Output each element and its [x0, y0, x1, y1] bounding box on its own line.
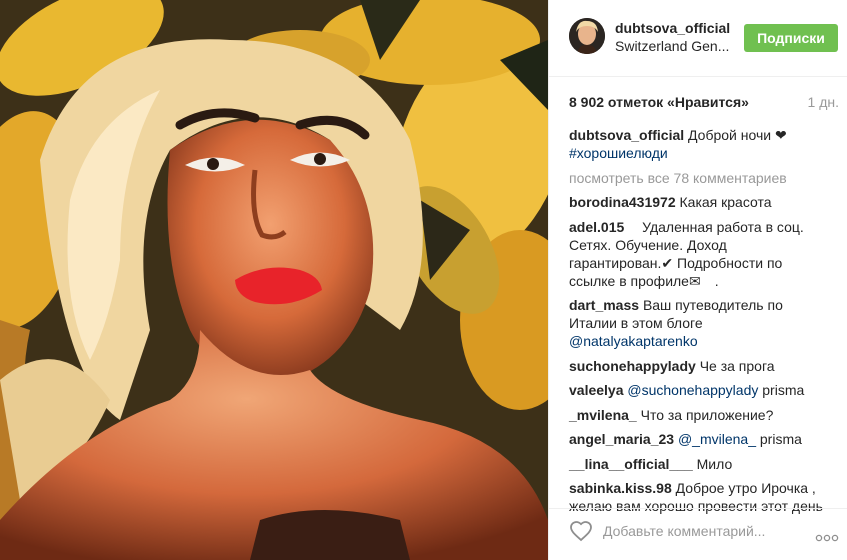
comment-text: prisma [759, 431, 802, 447]
comment: _mvilena_ Что за приложение? [569, 406, 831, 424]
likes-row: 8 902 отметок «Нравится» 1 дн. [569, 94, 839, 112]
post-details-panel: dubtsova_official Switzerland Gen... Под… [548, 0, 847, 560]
comment-username[interactable]: borodina431972 [569, 194, 676, 210]
avatar-image [569, 18, 605, 54]
comment-username[interactable]: suchonehappylady [569, 358, 696, 374]
caption: dubtsova_official Доброй ночи ❤ #хорошие… [569, 126, 831, 162]
comment-username[interactable]: _mvilena_ [569, 407, 637, 423]
comment-text: Что за приложение? [640, 406, 774, 423]
comment: suchonehappylady Че за прога [569, 357, 831, 375]
comment-username[interactable]: angel_maria_23 [569, 431, 674, 447]
comment: dart_mass Ваш путеводитель по Италии в э… [569, 296, 831, 350]
comment-username[interactable]: adel.015 [569, 219, 624, 235]
caption-username[interactable]: dubtsova_official [569, 127, 684, 143]
comment: borodina431972 Какая красота [569, 193, 831, 211]
post-photo[interactable] [0, 0, 548, 560]
comment-mention[interactable]: @_mvilena_ [678, 431, 756, 447]
comment-footer [549, 508, 847, 560]
comment-username[interactable]: dart_mass [569, 297, 639, 313]
more-options-icon[interactable] [815, 529, 839, 542]
comment-text: Мило [696, 455, 751, 472]
comment: valeelya @suchonehappylady prisma [569, 381, 831, 399]
post-header: dubtsova_official Switzerland Gen... Под… [549, 0, 847, 77]
likes-count[interactable]: 8 902 отметок «Нравится» [569, 94, 749, 110]
comment: __lina__official___ Мило [569, 455, 831, 473]
post-location[interactable]: Switzerland Gen... [615, 38, 735, 54]
comments-list: dubtsova_official Доброй ночи ❤ #хорошие… [569, 126, 831, 522]
post-username[interactable]: dubtsova_official [615, 20, 730, 36]
comment-text: Че за прога [699, 357, 775, 374]
avatar[interactable] [569, 18, 605, 54]
caption-text: Доброй ночи ❤ [688, 127, 787, 143]
comment: adel.015 Удаленная работа в соц. Сетях. … [569, 218, 831, 290]
comment-username[interactable]: sabinka.kiss.98 [569, 480, 672, 496]
comment: angel_maria_23 @_mvilena_ prisma [569, 430, 831, 448]
heart-outline-icon[interactable] [569, 519, 593, 543]
view-all-comments-link[interactable]: посмотреть все 78 комментариев [569, 169, 831, 187]
portrait-illustration [0, 0, 548, 560]
comment-username[interactable]: valeelya [569, 382, 624, 398]
post-time[interactable]: 1 дн. [808, 94, 839, 110]
add-comment-input[interactable] [603, 520, 803, 542]
comment-text: prisma [762, 382, 805, 398]
comment-username[interactable]: __lina__official___ [569, 456, 693, 472]
comment-mention[interactable]: @suchonehappylady [627, 382, 758, 398]
follow-button[interactable]: Подписки [744, 24, 838, 52]
comment-text: Какая красота [679, 194, 772, 210]
comment-mention[interactable]: @natalyakaptarenko [569, 333, 698, 349]
caption-hashtag[interactable]: #хорошиелюди [569, 145, 668, 161]
